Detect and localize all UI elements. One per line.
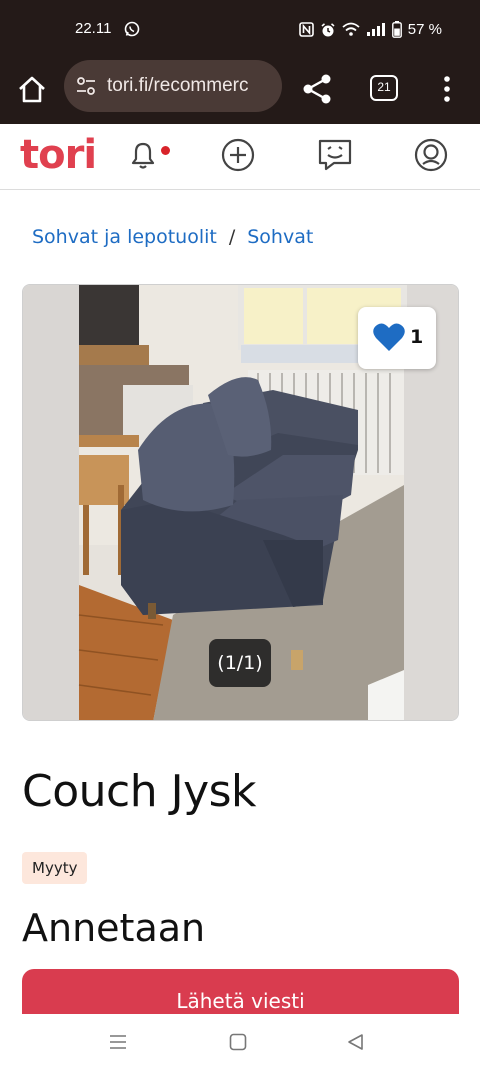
system-nav-bar: [0, 1014, 480, 1072]
share-icon[interactable]: [300, 72, 334, 106]
back-icon[interactable]: [346, 1032, 366, 1052]
breadcrumb-item-category[interactable]: Sohvat ja lepotuolit: [32, 226, 217, 248]
tori-logo[interactable]: tori: [20, 132, 97, 178]
bell-icon[interactable]: [124, 136, 162, 174]
status-time: 22.11: [75, 20, 112, 37]
battery-icon: [391, 21, 402, 38]
home-icon[interactable]: [16, 74, 48, 106]
chat-icon[interactable]: [316, 136, 354, 174]
battery-level: 57 %: [407, 21, 442, 38]
notification-dot: [161, 146, 170, 155]
browser-toolbar: tori.fi/recommerc 21: [0, 60, 480, 124]
plus-icon[interactable]: [219, 136, 257, 174]
status-icons: 57 %: [298, 21, 442, 38]
recents-icon[interactable]: [108, 1032, 128, 1052]
tabs-icon[interactable]: 21: [370, 75, 398, 101]
breadcrumb: Sohvat ja lepotuolit / Sohvat: [32, 226, 313, 248]
url-text: tori.fi/recommerc: [107, 75, 249, 96]
favorite-count: 1: [410, 326, 424, 348]
heart-icon: [373, 323, 405, 351]
status-bar: 22.11 57 %: [0, 0, 480, 60]
site-settings-icon[interactable]: [76, 76, 96, 96]
breadcrumb-separator: /: [228, 226, 236, 248]
breadcrumb-item-subcategory[interactable]: Sohvat: [247, 226, 313, 248]
url-bar[interactable]: tori.fi/recommerc: [64, 60, 282, 112]
alarm-icon: [321, 22, 335, 36]
whatsapp-icon: [124, 21, 140, 37]
signal-icon: [366, 23, 385, 36]
nfc-icon: [298, 22, 314, 37]
site-nav: tori: [0, 124, 480, 190]
more-vert-icon[interactable]: [436, 74, 458, 104]
listing-price: Annetaan: [22, 906, 206, 950]
wifi-icon: [342, 22, 360, 36]
profile-icon[interactable]: [412, 136, 450, 174]
status-badge: Myyty: [22, 852, 88, 884]
home-square-icon[interactable]: [228, 1032, 248, 1052]
listing-title: Couch Jysk: [22, 766, 257, 817]
favorite-button[interactable]: 1: [358, 307, 436, 369]
image-counter: (1/1): [209, 639, 271, 687]
